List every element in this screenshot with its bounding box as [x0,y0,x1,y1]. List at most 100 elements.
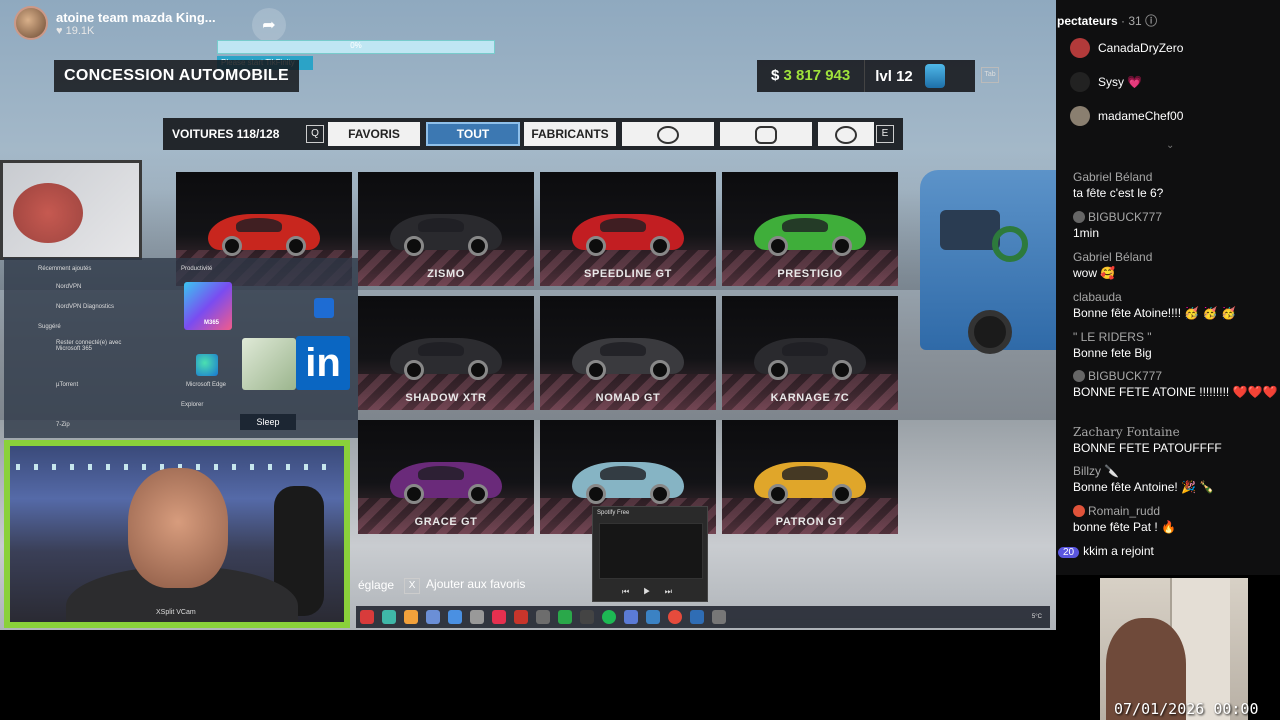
system-tray-temperature[interactable]: 5°C [1032,614,1050,620]
car-card[interactable]: SPEEDLINE GT [540,172,716,286]
taskbar-app-icon[interactable] [382,610,396,624]
tab-key-hint: Tab [981,67,999,83]
spotify-thumbnail [599,523,703,579]
car-card[interactable]: PATRON GT [722,420,898,534]
car-card[interactable]: SHADOW XTR [358,296,534,410]
chat-message: Romain_ruddbonne fête Pat ! 🔥 [1056,504,1280,534]
mail-icon[interactable] [314,298,334,318]
tab-favoris[interactable]: FAVORIS [328,122,420,146]
car-thumbnail [572,338,684,380]
car-name: PRESTIGIO [777,268,843,280]
taskbar-app-icon[interactable] [712,610,726,624]
app-m365-suggestion[interactable]: Rester connecté(e) avec Microsoft 365 [56,340,126,352]
sleep-button[interactable]: Sleep [240,414,296,430]
chat-message: BIGBUCK777 BONNE FETE ATOINE !!!!!!!!! ❤️… [1056,369,1280,399]
chrome-icon[interactable] [668,610,682,624]
car-card[interactable]: ZISMO [358,172,534,286]
car-thumbnail [390,338,502,380]
car-card[interactable]: PRESTIGIO [722,172,898,286]
viewer-name: Sysy 💗 [1098,75,1143,89]
engine-icon [835,125,857,144]
chat-username[interactable]: Romain_rudd [1056,504,1280,518]
viewer-avatar [1070,106,1090,126]
chevron-down-icon[interactable]: ⌄ [1166,140,1174,151]
explorer-label[interactable]: Explorer [181,402,203,408]
car-thumbnail [572,214,684,256]
car-thumbnail [572,462,684,504]
chat-username[interactable]: clabauda [1056,290,1280,304]
chat-username[interactable]: Zachary Fontaine [1056,425,1280,439]
money-image-tile[interactable] [242,338,296,390]
taskbar-app-icon[interactable] [360,610,374,624]
chat-username[interactable]: Gabriel Béland [1056,250,1280,264]
rank-badge-icon [924,64,945,88]
viewer-item[interactable]: Sysy 💗 [1070,72,1142,92]
settings-action[interactable]: églage [358,578,394,592]
chat-text: ta fête c'est le 6? [1073,186,1164,200]
steam-icon[interactable] [690,610,704,624]
spotify-icon[interactable] [602,610,616,624]
tab-tout[interactable]: TOUT [426,122,520,146]
car-thumbnail [390,462,502,504]
taskbar-app-icon[interactable] [536,610,550,624]
app-7zip[interactable]: 7-Zip [56,422,70,428]
chat-username[interactable]: Billzy 🔪 [1056,464,1280,478]
chat-username[interactable]: BIGBUCK777 [1056,210,1280,224]
taskbar-app-icon[interactable] [492,610,506,624]
viewer-avatar [1070,72,1090,92]
taskbar-app-icon[interactable] [448,610,462,624]
key-hint-q: Q [306,125,324,143]
viewer-avatar [1070,38,1090,58]
streamer-avatar[interactable] [14,6,48,40]
stream-title[interactable]: atoine team mazda King... [56,10,216,25]
join-user[interactable]: kkim [1083,544,1108,558]
app-utorrent[interactable]: µTorrent [56,382,78,388]
chat-message: Billzy 🔪 Bonne fête Antoine! 🎉 🍾 [1056,464,1280,494]
car-thumbnail [208,214,320,256]
chat-username[interactable]: Gabriel Béland [1056,170,1280,184]
filter-bar: VOITURES 118/128 Q FAVORIS TOUT FABRICAN… [163,118,903,150]
taskbar-app-icon[interactable] [646,610,660,624]
tab-category-wheels[interactable] [622,122,714,146]
car-name: NOMAD GT [595,392,661,404]
linkedin-tile[interactable]: in [296,336,350,390]
footer-actions: églage X Ajouter aux favoris [358,574,525,596]
spotify-title: Spotify Free [597,510,630,516]
chat-message: Gabriel Béland ta fête c'est le 6? [1056,170,1280,200]
car-thumbnail [390,214,502,256]
chat-username[interactable]: BIGBUCK777 [1056,369,1280,383]
chat-text: Bonne fête Atoine!!!! 🥳 🥳 🥳 [1073,306,1236,320]
taskbar-app-icon[interactable] [514,610,528,624]
car-card[interactable]: GRACE GT [358,420,534,534]
taskbar-app-icon[interactable] [624,610,638,624]
viewer-name: madameChef00 [1098,109,1184,123]
car-card[interactable]: KARNAGE 7C [722,296,898,410]
chat-username[interactable]: " LE RIDERS " [1056,330,1280,344]
app-nordvpn-diagnostics[interactable]: NordVPN Diagnostics [56,304,114,310]
app-nordvpn[interactable]: NordVPN [56,284,81,290]
tab-fabricants[interactable]: FABRICANTS [524,122,616,146]
taskbar-app-icon[interactable] [470,610,484,624]
money-level-panel: $ 3 817 943 lvl 12 [757,60,975,92]
xbox-icon[interactable] [558,610,572,624]
chat-text: bonne fête Pat ! 🔥 [1073,520,1177,534]
spotify-controls[interactable]: ⏮ ▶ ⏭ [593,587,707,597]
chat-text: Bonne fete Big [1073,346,1152,360]
taskbar-app-icon[interactable] [426,610,440,624]
edge-icon[interactable] [196,354,218,376]
add-favorite-action[interactable]: X Ajouter aux favoris [404,577,525,594]
viewer-item[interactable]: madameChef00 [1070,106,1183,126]
taskbar-app-icon[interactable] [580,610,594,624]
spotify-preview[interactable]: Spotify Free ⏮ ▶ ⏭ [592,506,708,602]
chat-text: Bonne fête Antoine! 🎉 🍾 [1073,480,1215,494]
viewer-item[interactable]: CanadaDryZero [1070,38,1183,58]
tab-category-body[interactable] [720,122,812,146]
car-card[interactable]: NOMAD GT [540,296,716,410]
taskbar-app-icon[interactable] [404,610,418,624]
chat-message: Zachary Fontaine BONNE FETE PATOUFFFF [1056,425,1280,455]
share-button[interactable]: ➦ [252,8,286,42]
chat-message: BIGBUCK777 1min [1056,210,1280,240]
car-name: SHADOW XTR [405,392,487,404]
key-hint-x: X [404,577,421,594]
tab-category-engine[interactable] [818,122,874,146]
